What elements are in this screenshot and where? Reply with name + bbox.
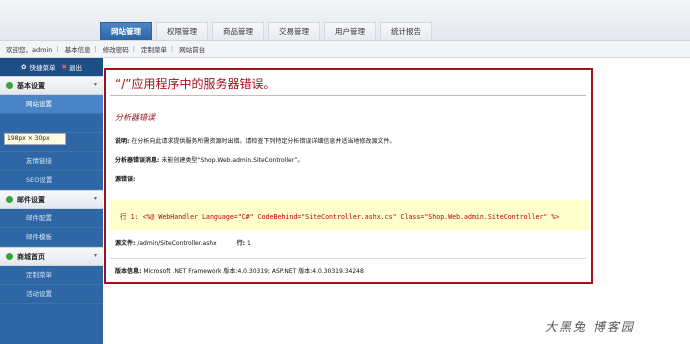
tab-product-management[interactable]: 商品管理	[212, 22, 264, 40]
chevron-down-icon: ▾	[93, 81, 97, 88]
error-panel: “/”应用程序中的服务器错误。 分析器错误 说明: 在分析向此请求提供服务所需资…	[104, 68, 593, 284]
check-icon	[6, 196, 13, 203]
tab-site-management[interactable]: 网站管理	[100, 22, 152, 40]
sidebar-header: ✿ 快捷菜单 ✖ 退出	[0, 58, 103, 76]
line-label: 行:	[236, 240, 246, 247]
error-message: 分析器错误消息: 未能创建类型“Shop.Web.admin.SiteContr…	[115, 155, 304, 164]
sidebar-item-custom-menu[interactable]: 定制菜单	[0, 266, 103, 285]
tab-user-management[interactable]: 用户管理	[324, 22, 376, 40]
link-change-password[interactable]: 修改密码	[103, 44, 129, 54]
file-label: 源文件:	[115, 240, 136, 247]
error-title: “/”应用程序中的服务器错误。	[115, 77, 276, 91]
file-path: /admin/SiteController.ashx	[137, 240, 217, 247]
error-subtitle: 分析器错误	[115, 113, 155, 122]
message-text: 未能创建类型“Shop.Web.admin.SiteController”。	[161, 157, 304, 164]
source-file-info: 源文件: /admin/SiteController.ashx 行: 1	[115, 238, 251, 247]
link-site-frontend[interactable]: 网站前台	[179, 44, 205, 54]
link-custom-menu[interactable]: 定制菜单	[141, 44, 167, 54]
source-code-box: 行 1: <%@ WebHandler Language="C#" CodeBe…	[110, 200, 590, 230]
divider: |	[94, 45, 97, 53]
gear-icon: ✿	[21, 63, 27, 71]
welcome-text: 欢迎您，admin	[6, 46, 53, 54]
section-mall-home[interactable]: 商城首页 ▾	[0, 247, 103, 266]
version-label: 版本信息:	[115, 268, 142, 275]
sidebar-item-blank	[0, 114, 103, 133]
version-info: 版本信息: Microsoft .NET Framework 版本:4.0.30…	[115, 266, 364, 275]
tab-permission-management[interactable]: 权限管理	[156, 22, 208, 40]
error-description: 说明: 在分析向此请求提供服务所需资源时出错。请检查下列特定分析错误详细信息并适…	[115, 136, 395, 145]
description-text: 在分析向此请求提供服务所需资源时出错。请检查下列特定分析错误详细信息并适当地修改…	[131, 138, 396, 145]
link-basic-info[interactable]: 基本信息	[65, 44, 91, 54]
exit-link[interactable]: 退出	[69, 62, 82, 72]
divider	[110, 95, 586, 96]
sidebar-item-site-settings[interactable]: 网站设置	[0, 95, 103, 114]
divider: |	[132, 45, 135, 53]
sidebar-item-mail-config[interactable]: 邮件配置	[0, 209, 103, 228]
chevron-down-icon: ▾	[93, 252, 97, 259]
chevron-down-icon: ▾	[93, 195, 97, 202]
source-label: 源错误:	[115, 176, 136, 183]
line-number: 1	[246, 240, 251, 247]
section-title: 商城首页	[17, 252, 45, 261]
check-icon	[6, 253, 13, 260]
close-icon: ✖	[61, 63, 67, 71]
sidebar: ✿ 快捷菜单 ✖ 退出 基本设置 ▾ 网站设置 公司信息设置 友情链接 SEO设…	[0, 58, 103, 344]
sidebar-item-activity-settings[interactable]: 活动设置	[0, 285, 103, 304]
quick-menu-link[interactable]: 快捷菜单	[30, 62, 56, 72]
divider: |	[56, 45, 59, 53]
section-title: 基本设置	[17, 81, 45, 90]
tab-transaction-management[interactable]: 交易管理	[268, 22, 320, 40]
description-label: 说明:	[115, 138, 130, 145]
watermark: 大黑兔 博客园	[545, 320, 635, 334]
version-text: Microsoft .NET Framework 版本:4.0.30319; A…	[143, 268, 364, 275]
sidebar-item-friend-links[interactable]: 友情链接	[0, 152, 103, 171]
divider	[110, 258, 586, 259]
section-mail-settings[interactable]: 邮件设置 ▾	[0, 190, 103, 209]
source-error-label: 源错误:	[115, 174, 135, 183]
size-tooltip: 198px × 30px	[4, 133, 66, 145]
main-tabs: 网站管理 权限管理 商品管理 交易管理 用户管理 统计报告	[100, 22, 436, 40]
section-title: 邮件设置	[17, 195, 45, 204]
top-header: 网站管理 权限管理 商品管理 交易管理 用户管理 统计报告	[0, 0, 690, 41]
sidebar-item-seo[interactable]: SEO设置	[0, 171, 103, 190]
message-label: 分析器错误消息:	[115, 157, 160, 164]
section-basic-settings[interactable]: 基本设置 ▾	[0, 76, 103, 95]
divider: |	[170, 45, 174, 53]
sub-navigation: 欢迎您，admin | 基本信息 | 修改密码 | 定制菜单 | 网站前台	[0, 41, 690, 58]
tab-statistics-report[interactable]: 统计报告	[380, 22, 432, 40]
check-icon	[6, 82, 13, 89]
source-code-line: 行 1: <%@ WebHandler Language="C#" CodeBe…	[120, 213, 560, 221]
sidebar-item-mail-template[interactable]: 邮件模板	[0, 228, 103, 247]
